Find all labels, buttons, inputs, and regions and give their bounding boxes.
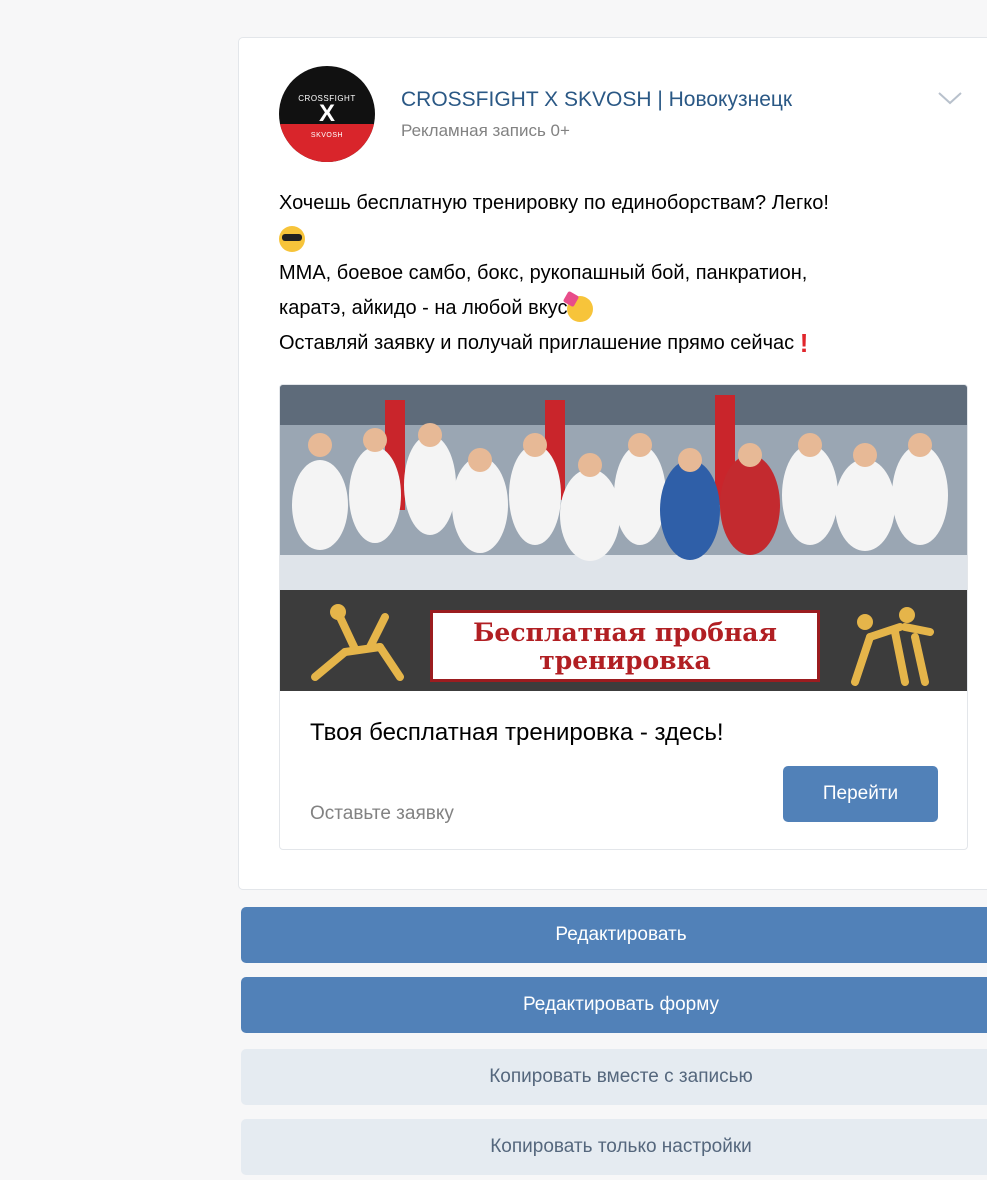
post-text-line-3: каратэ, айкидо - на любой вкус (279, 291, 979, 326)
community-avatar[interactable]: CROSSFIGHT X SKVOSH (279, 66, 375, 162)
banner-text-line-2: тренировка (539, 646, 711, 675)
mannequin-figure-left (311, 604, 404, 681)
ad-post-card: CROSSFIGHT X SKVOSH CROSSFIGHT X SKVOSH … (238, 37, 987, 890)
group-photo-image (280, 385, 967, 590)
exclamation-emoji-icon: ! (799, 328, 809, 359)
avatar-brand-x: X (318, 100, 335, 127)
post-text: Хочешь бесплатную тренировку по единобор… (279, 186, 979, 361)
edit-button[interactable]: Редактировать (241, 907, 987, 963)
link-attachment[interactable]: Бесплатная пробная тренировка Твоя беспл… (279, 384, 968, 850)
link-subtitle: Оставьте заявку (310, 803, 454, 824)
link-title[interactable]: Твоя бесплатная тренировка - здесь! (310, 715, 770, 751)
ad-image[interactable]: Бесплатная пробная тренировка (280, 385, 967, 691)
party-face-emoji-icon (567, 295, 594, 322)
cool-sunglasses-emoji-icon (279, 225, 305, 252)
ad-label: Рекламная запись 0+ (401, 121, 570, 140)
chevron-down-icon[interactable] (937, 90, 963, 106)
post-text-line-1: Хочешь бесплатную тренировку по единобор… (279, 192, 829, 214)
banner-text-line-1: Бесплатная пробная (473, 618, 777, 647)
post-text-line-2: МMA, боевое самбо, бокс, рукопашный бой,… (279, 262, 808, 284)
mannequin-figure-right (851, 607, 934, 686)
copy-settings-button[interactable]: Копировать только настройки (241, 1119, 987, 1175)
post-text-line-4: Оставляй заявку и получай приглашение пр… (279, 326, 979, 361)
avatar-red-band (279, 123, 375, 162)
go-button[interactable]: Перейти (783, 766, 938, 822)
copy-with-post-button[interactable]: Копировать вместе с записью (241, 1049, 987, 1105)
community-name-link[interactable]: CROSSFIGHT X SKVOSH | Новокузнецк (401, 88, 792, 112)
avatar-brand-bottom: SKVOSH (310, 132, 344, 139)
post-text-emoji-line (279, 221, 979, 256)
free-trial-banner: Бесплатная пробная тренировка (430, 610, 820, 682)
edit-form-button[interactable]: Редактировать форму (241, 977, 987, 1033)
